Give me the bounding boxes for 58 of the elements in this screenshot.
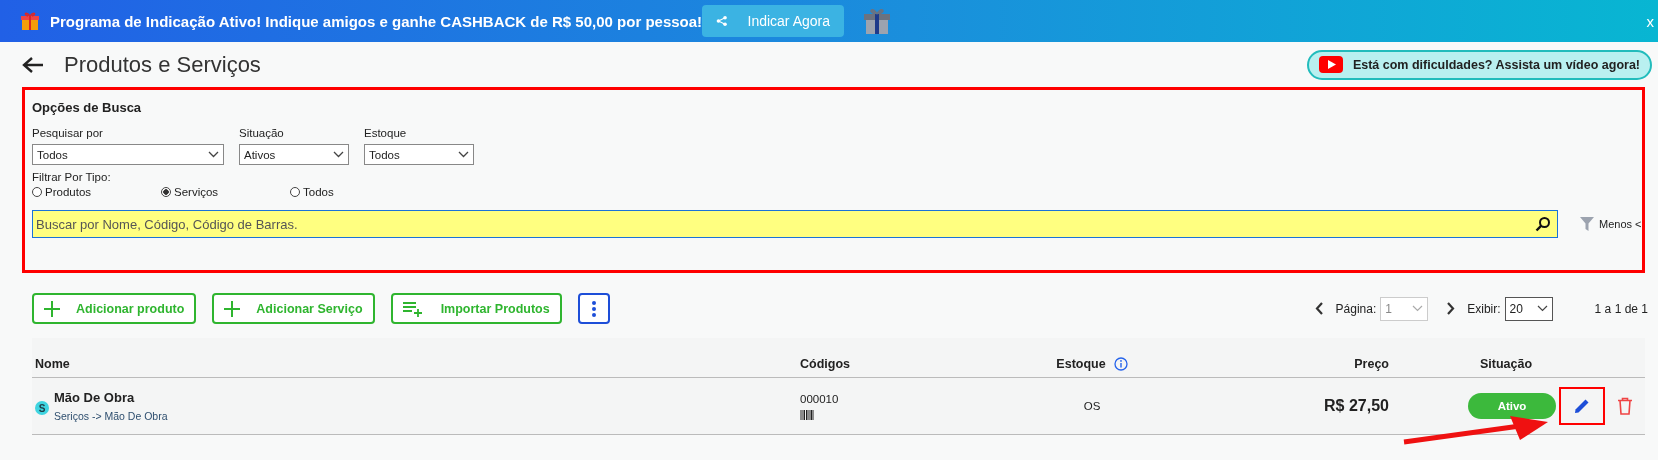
dropdown[interactable]: Ativos [239,144,349,165]
kebab-icon [591,300,596,317]
column-header: Nome [35,357,70,371]
plus-icon [44,300,60,317]
gift-box-icon [862,6,892,36]
edit-button[interactable] [1559,387,1605,425]
delete-button[interactable] [1617,397,1633,415]
product-name: Mão De Obra [54,390,136,405]
chevron-right-icon [1446,302,1456,315]
dropdown[interactable]: Todos [32,144,224,165]
field-label: Filtrar Por Tipo: [32,171,112,183]
radio-option[interactable]: Produtos [32,186,161,198]
promo-message: Programa de Indicação Ativo! Indique amigos e ganhe CASHBACK de R$ 50,00 por pessoa! [50,12,702,30]
results-count: 1 a 1 de 1 [1594,301,1648,316]
chevron-down-icon [1412,305,1424,312]
column-header: Códigos [800,357,850,371]
radio-option[interactable]: Todos [290,186,419,198]
field-label: Exibir: [1467,301,1501,316]
filter-toggle-link[interactable]: Menos < [1580,217,1642,231]
share-icon [716,14,728,28]
stock-value: OS [1083,400,1101,412]
product-code: 000010 [800,392,839,405]
page-title: Produtos e Serviços [64,51,261,78]
trash-icon [1617,397,1633,415]
chevron-down-icon [458,151,469,158]
chevron-down-icon [333,151,344,158]
chevron-down-icon [1536,305,1548,312]
info-icon [1113,357,1128,371]
plus-icon [224,300,241,317]
status-pill: Ativo [1468,393,1556,419]
funnel-icon [1580,217,1594,231]
list-add-icon [402,300,425,317]
more-options-button[interactable] [577,293,610,324]
field-label: Estoque [364,127,408,139]
chevron-left-icon [1314,302,1324,315]
per-page-dropdown[interactable]: 20 [1504,296,1553,321]
column-header: Situação [1480,357,1533,371]
dropdown[interactable]: Todos [364,144,474,165]
chevron-down-icon [208,151,219,158]
search-icon [1535,216,1551,232]
pencil-icon [1573,397,1591,415]
search-field[interactable]: Buscar por Nome, Código, Código de Barras. [32,210,1558,238]
page-dropdown[interactable]: 1 [1380,296,1429,321]
back-arrow-icon [22,55,44,74]
barcode-icon [800,409,814,420]
help-video-button[interactable]: Está com dificuldades? Assista um vídeo agora! [1306,49,1652,80]
product-category: Seriços -> Mão De Obra [54,410,168,422]
video-play-icon [1318,56,1343,73]
field-label: Página: [1335,301,1377,316]
gift-icon [20,11,40,31]
field-label: Situação [239,127,285,139]
radio-option[interactable]: Serviços [161,186,290,198]
price-value: R$ 27,50 [1324,397,1389,415]
field-label: Pesquisar por [32,127,104,139]
type-badge: S [35,401,49,415]
column-header: Estoque [1056,357,1106,371]
column-header: Preço [1354,357,1389,371]
section-title: Opções de Busca [32,100,143,115]
